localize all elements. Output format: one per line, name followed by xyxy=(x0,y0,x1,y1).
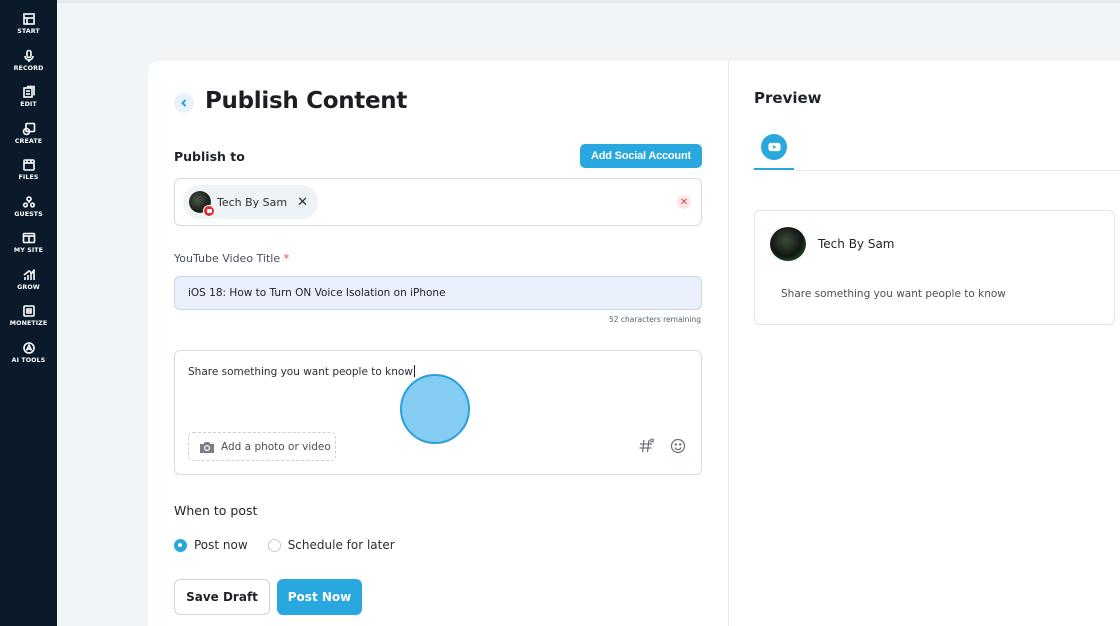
page-title: Publish Content xyxy=(205,88,408,114)
preview-account-name: Tech By Sam xyxy=(818,237,895,251)
avatar xyxy=(770,227,806,261)
add-media-button[interactable]: Add a photo or video xyxy=(188,432,336,461)
preview-title: Preview xyxy=(754,89,822,107)
guests-icon xyxy=(22,195,35,208)
schedule-later-label[interactable]: Schedule for later xyxy=(288,538,395,552)
sidebar-item-label: GUESTS xyxy=(14,210,43,218)
video-title-label-text: YouTube Video Title xyxy=(174,252,281,265)
account-chip-label: Tech By Sam xyxy=(217,195,288,209)
sidebar-item-grow[interactable]: GROW xyxy=(0,268,57,305)
description-text: Share something you want people to know xyxy=(188,366,413,378)
sidebar-item-record[interactable]: RECORD xyxy=(0,49,57,86)
required-mark: * xyxy=(283,252,290,265)
video-title-label: YouTube Video Title * xyxy=(174,252,289,265)
site-icon xyxy=(22,232,35,244)
save-draft-button[interactable]: Save Draft xyxy=(174,579,270,615)
youtube-play-icon xyxy=(767,142,781,152)
hashtag-icon[interactable] xyxy=(638,437,656,455)
publish-to-label: Publish to xyxy=(174,149,245,164)
edit-icon xyxy=(22,85,35,98)
sidebar-item-guests[interactable]: GUESTS xyxy=(0,195,57,232)
post-now-radio[interactable] xyxy=(174,538,187,552)
chevron-left-icon xyxy=(181,99,187,107)
sidebar-item-my-site[interactable]: MY SITE xyxy=(0,231,57,268)
post-timing-options: Post now Schedule for later xyxy=(174,538,415,552)
sidebar-item-label: FILES xyxy=(18,174,39,181)
video-title-input[interactable] xyxy=(174,276,702,310)
start-icon xyxy=(22,13,35,25)
camera-icon xyxy=(200,441,214,453)
sidebar-item-label: AI TOOLS xyxy=(11,356,46,364)
preview-card: Tech By Sam Share something you want peo… xyxy=(754,210,1115,325)
preview-description: Share something you want people to know xyxy=(781,288,1006,300)
grow-icon xyxy=(23,268,35,280)
microphone-icon xyxy=(23,49,34,62)
sidebar-item-start[interactable]: START xyxy=(0,12,57,49)
clear-accounts-icon[interactable]: ✕ xyxy=(677,195,691,209)
sidebar-item-label: EDIT xyxy=(20,101,37,108)
post-now-button[interactable]: Post Now xyxy=(277,579,362,615)
click-indicator xyxy=(400,374,470,444)
text-caret xyxy=(413,365,415,377)
post-now-label[interactable]: Post now xyxy=(194,538,248,552)
sidebar-item-label: MONETIZE xyxy=(9,320,48,327)
account-chip: Tech By Sam ✕ xyxy=(183,185,319,219)
tab-divider xyxy=(794,170,1120,171)
sidebar-item-ai-tools[interactable]: AI TOOLS xyxy=(0,341,57,378)
emoji-icon[interactable] xyxy=(670,438,686,454)
remove-account-icon[interactable]: ✕ xyxy=(297,195,308,210)
youtube-icon xyxy=(761,134,787,160)
sidebar-item-create[interactable]: CREATE xyxy=(0,122,57,159)
when-to-post-label: When to post xyxy=(174,503,258,518)
add-social-account-button[interactable]: Add Social Account xyxy=(580,144,702,168)
sidebar-item-label: MY SITE xyxy=(13,247,44,254)
sidebar-item-edit[interactable]: EDIT xyxy=(0,85,57,122)
sidebar-item-label: GROW xyxy=(17,283,40,291)
sidebar-item-files[interactable]: FILES xyxy=(0,158,57,195)
youtube-icon xyxy=(203,205,215,217)
chars-remaining: 52 characters remaining xyxy=(608,315,701,324)
panel-divider xyxy=(728,61,729,626)
description-text-wrapper: Share something you want people to know xyxy=(188,365,415,378)
sidebar-item-monetize[interactable]: MONETIZE xyxy=(0,304,57,341)
sidebar-item-label: RECORD xyxy=(13,64,44,72)
create-icon xyxy=(22,122,35,135)
schedule-later-radio[interactable] xyxy=(267,538,281,552)
sidebar: START RECORD EDIT CREATE FILES GUESTS MY… xyxy=(0,0,57,626)
tab-youtube-preview[interactable] xyxy=(754,124,794,170)
monetize-icon xyxy=(22,305,35,317)
back-button[interactable] xyxy=(174,93,194,113)
account-selector[interactable]: Tech By Sam ✕ ✕ xyxy=(174,178,702,226)
top-bar xyxy=(57,0,1120,3)
ai-tools-icon xyxy=(22,341,35,354)
avatar xyxy=(189,191,215,217)
sidebar-item-label: CREATE xyxy=(14,137,43,145)
files-icon xyxy=(22,159,35,171)
sidebar-item-label: START xyxy=(17,28,40,35)
add-media-label: Add a photo or video xyxy=(221,440,331,453)
